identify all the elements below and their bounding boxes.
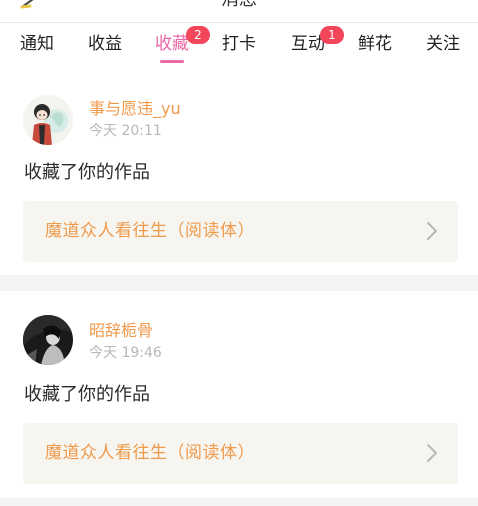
top-bar: 消息 — [0, 0, 478, 23]
tab-label: 收藏 — [155, 34, 189, 54]
tab-label: 打卡 — [222, 34, 256, 54]
avatar[interactable] — [23, 95, 73, 145]
spacer — [0, 69, 478, 85]
notification-card: 事与愿违_yu 今天 20:11 收藏了你的作品 魔道众人看往生（阅读体） — [0, 85, 478, 275]
tab-favorites[interactable]: 收藏 2 — [154, 26, 210, 69]
tab-badge: 2 — [186, 26, 210, 44]
action-text: 收藏了你的作品 — [24, 162, 150, 183]
tab-label: 收益 — [88, 34, 122, 54]
timestamp: 今天 19:46 — [89, 345, 162, 361]
tab-bar: 通知 收益 收藏 2 打卡 互动 1 鲜花 关注 — [0, 23, 478, 69]
active-tab-indicator — [160, 60, 184, 63]
username[interactable]: 事与愿违_yu — [89, 98, 181, 120]
username[interactable]: 昭辞栀骨 — [89, 320, 153, 342]
tab-interaction[interactable]: 互动 1 — [290, 26, 344, 69]
notification-card: 昭辞栀骨 今天 19:46 收藏了你的作品 魔道众人看往生（阅读体） — [0, 291, 478, 498]
timestamp: 今天 20:11 — [89, 123, 162, 139]
tab-label: 通知 — [20, 34, 54, 54]
avatar[interactable] — [23, 315, 73, 365]
work-link[interactable]: 魔道众人看往生（阅读体） — [23, 423, 458, 484]
tab-label: 鲜花 — [358, 34, 392, 54]
tab-badge: 1 — [320, 26, 344, 44]
tab-checkin[interactable]: 打卡 — [221, 31, 257, 69]
work-title: 魔道众人看往生（阅读体） — [45, 443, 255, 463]
work-title: 魔道众人看往生（阅读体） — [45, 221, 255, 241]
section-divider — [0, 498, 478, 506]
action-text: 收藏了你的作品 — [24, 384, 150, 405]
tab-flowers[interactable]: 鲜花 — [357, 31, 393, 69]
work-link[interactable]: 魔道众人看往生（阅读体） — [23, 201, 458, 262]
page-title: 消息 — [0, 0, 478, 12]
section-divider — [0, 275, 478, 291]
chevron-right-icon — [426, 221, 438, 241]
tab-label: 关注 — [426, 34, 460, 54]
chevron-right-icon — [426, 443, 438, 463]
tab-following[interactable]: 关注 — [425, 31, 461, 69]
tab-earnings[interactable]: 收益 — [87, 31, 123, 69]
tab-notice[interactable]: 通知 — [19, 31, 55, 69]
